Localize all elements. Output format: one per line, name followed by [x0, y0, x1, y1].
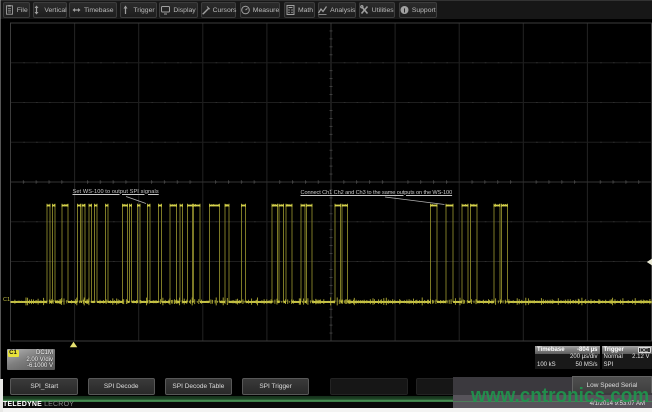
svg-text:i: i	[403, 7, 405, 14]
